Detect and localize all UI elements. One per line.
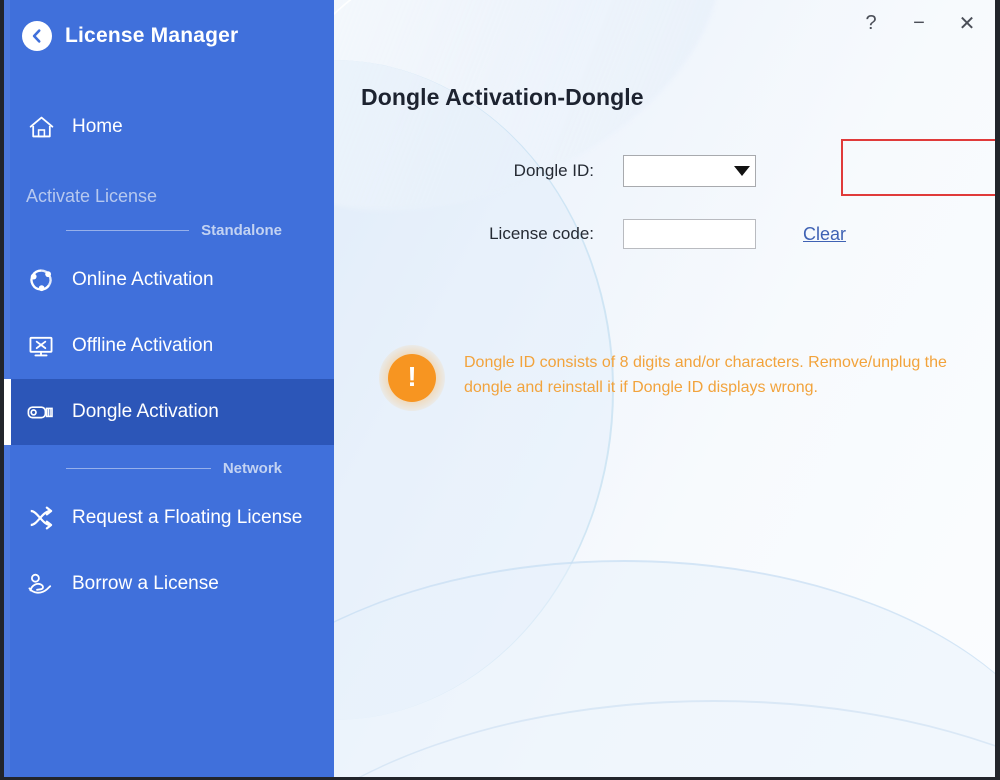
divider-rule xyxy=(66,229,190,231)
close-button[interactable]: ✕ xyxy=(945,3,989,43)
window-controls: ? − ✕ xyxy=(849,0,989,46)
warning-note-text: Dongle ID consists of 8 digits and/or ch… xyxy=(464,354,947,396)
license-manager-window: License Manager Home Activate License St… xyxy=(0,0,1000,780)
clear-link[interactable]: Clear xyxy=(803,224,846,245)
monitor-x-icon xyxy=(26,331,56,361)
warning-exclamation-icon: ! xyxy=(379,345,445,411)
sidebar-section-title: Activate License xyxy=(26,186,158,206)
back-chevron-icon[interactable] xyxy=(22,21,52,51)
warning-note: ! Dongle ID consists of 8 digits and/or … xyxy=(379,345,989,411)
background-arc-bottom-2-decoration xyxy=(334,700,995,777)
sidebar-item-dongle-activation[interactable]: Dongle Activation xyxy=(4,379,334,445)
divider-label: Standalone xyxy=(201,221,282,239)
main-content: ? − ✕ Dongle Activation-Dongle Dongle ID… xyxy=(334,0,995,777)
sidebar-item-online-activation[interactable]: Online Activation xyxy=(4,247,334,313)
app-branding: License Manager xyxy=(4,0,334,58)
home-icon xyxy=(26,112,56,142)
sidebar-divider-standalone: Standalone xyxy=(4,213,334,247)
sidebar-item-label: Request a Floating License xyxy=(72,507,303,528)
chevron-down-icon xyxy=(729,166,755,176)
dongle-id-dropdown[interactable] xyxy=(623,155,756,187)
warning-exclamation-mark: ! xyxy=(388,354,436,402)
license-code-label: License code: xyxy=(489,224,594,243)
dongle-id-label: Dongle ID: xyxy=(513,161,594,180)
page-title: Dongle Activation-Dongle xyxy=(361,84,644,110)
dongle-id-row: Dongle ID: xyxy=(484,155,756,187)
help-button[interactable]: ? xyxy=(849,3,893,43)
sidebar: License Manager Home Activate License St… xyxy=(4,0,334,777)
background-arc-bottom-decoration xyxy=(334,560,995,777)
sidebar-item-home[interactable]: Home xyxy=(4,102,334,152)
hand-person-icon xyxy=(26,569,56,599)
red-highlight-rectangle xyxy=(841,139,995,196)
usb-dongle-icon xyxy=(26,397,56,427)
sidebar-item-label: Offline Activation xyxy=(72,335,214,356)
license-code-input[interactable] xyxy=(623,219,756,249)
network-nodes-icon xyxy=(26,265,56,295)
license-code-row: License code: xyxy=(484,219,756,249)
sidebar-item-label: Dongle Activation xyxy=(72,401,219,422)
app-title: License Manager xyxy=(65,24,239,47)
divider-label: Network xyxy=(222,459,282,477)
sidebar-divider-network: Network xyxy=(4,451,334,485)
sidebar-item-offline-activation[interactable]: Offline Activation xyxy=(4,313,334,379)
sidebar-item-label: Online Activation xyxy=(72,269,214,290)
sidebar-item-borrow-license[interactable]: Borrow a License xyxy=(4,551,334,617)
sidebar-item-label: Borrow a License xyxy=(72,573,219,594)
divider-rule xyxy=(66,467,211,469)
sidebar-item-request-floating-license[interactable]: Request a Floating License xyxy=(4,485,334,551)
shuffle-arrows-icon xyxy=(26,503,56,533)
minimize-button[interactable]: − xyxy=(897,3,941,43)
sidebar-item-label: Home xyxy=(72,116,123,137)
